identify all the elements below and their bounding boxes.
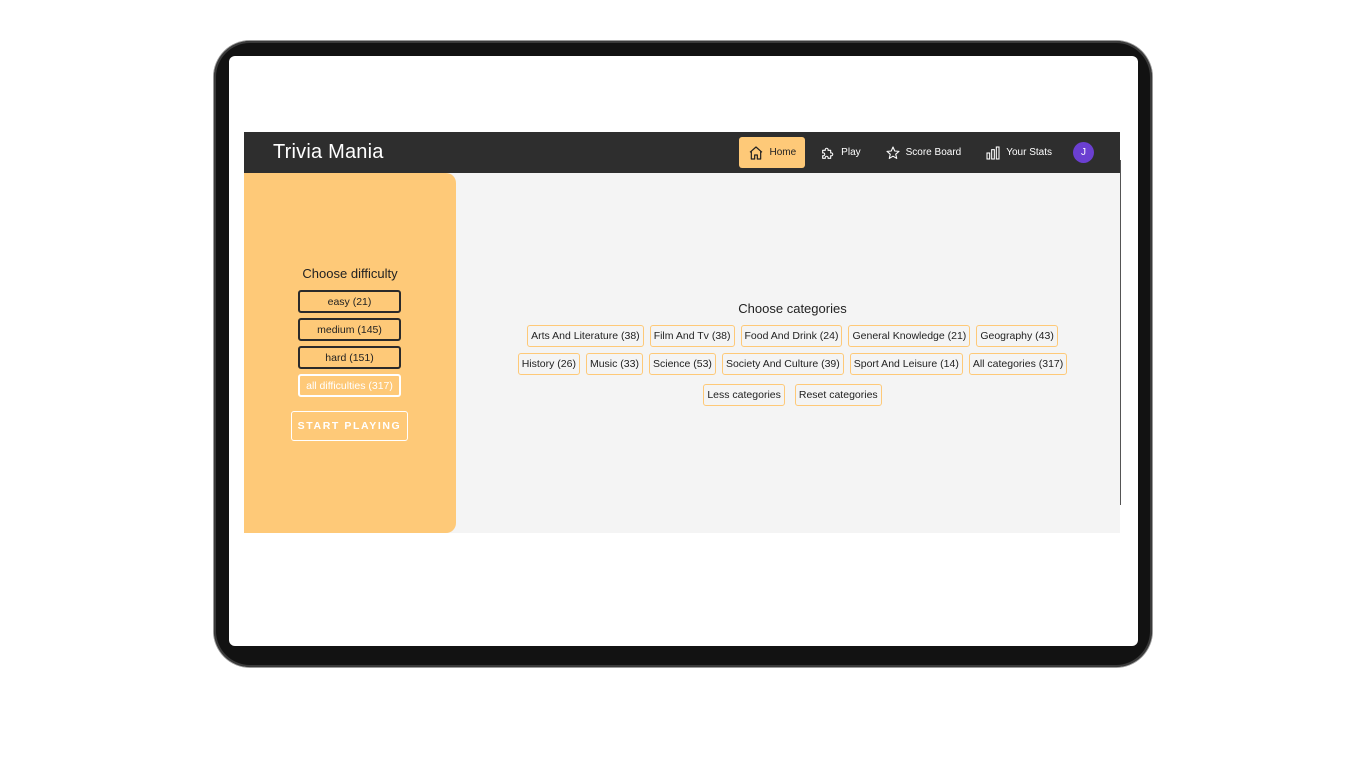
difficulty-easy-button[interactable]: easy (21) [298,290,401,313]
category-row: History (26) Music (33) Science (53) Soc… [456,353,1129,375]
category-actions: Less categories Reset categories [456,384,1129,406]
category-chip[interactable]: All categories (317) [968,353,1068,375]
scrollbar-edge [1120,160,1121,505]
categories-title: Choose categories [738,301,847,316]
category-chip[interactable]: History (26) [517,353,580,375]
nav-item-your-stats[interactable]: Your Stats [976,137,1061,168]
avatar[interactable]: J [1073,142,1094,163]
category-chip[interactable]: Geography (43) [976,325,1058,347]
category-chip[interactable]: Arts And Literature (38) [527,325,644,347]
home-icon [750,145,763,160]
app-window: Trivia Mania Home Play Score Board Your … [244,132,1120,533]
navbar: Trivia Mania Home Play Score Board Your … [244,132,1120,173]
nav-item-label: Your Stats [1006,147,1052,158]
laptop-mockup: Trivia Mania Home Play Score Board Your … [0,0,1366,768]
category-chip[interactable]: Sport And Leisure (14) [849,353,963,375]
nav-item-score-board[interactable]: Score Board [876,137,971,168]
laptop-screen: Trivia Mania Home Play Score Board Your … [229,56,1138,646]
star-icon [886,145,900,159]
category-chip[interactable]: Science (53) [648,353,716,375]
difficulty-medium-button[interactable]: medium (145) [298,318,401,341]
difficulty-all-button[interactable]: all difficulties (317) [298,374,401,397]
nav-item-play[interactable]: Play [811,137,869,168]
category-chip[interactable]: General Knowledge (21) [848,325,971,347]
less-categories-button[interactable]: Less categories [703,384,785,406]
start-playing-button[interactable]: START PLAYING [291,411,408,441]
category-row: Arts And Literature (38) Film And Tv (38… [456,325,1129,347]
category-chip[interactable]: Food And Drink (24) [740,325,843,347]
nav-item-label: Score Board [905,147,962,158]
nav-item-home[interactable]: Home [739,137,806,168]
category-chip[interactable]: Film And Tv (38) [649,325,735,347]
bar-chart-icon [986,145,1000,160]
nav-items: Home Play Score Board Your Stats J [739,137,1094,168]
categories-panel: Choose categories Arts And Literature (3… [456,173,1120,533]
difficulty-panel: Choose difficulty easy (21) medium (145)… [244,173,456,533]
brand-title[interactable]: Trivia Mania [273,141,384,164]
puzzle-icon [822,147,834,159]
reset-categories-button[interactable]: Reset categories [794,384,882,406]
difficulty-title: Choose difficulty [302,266,398,281]
category-chip[interactable]: Society And Culture (39) [721,353,844,375]
difficulty-hard-button[interactable]: hard (151) [298,346,401,369]
category-chip[interactable]: Music (33) [585,353,643,375]
nav-item-label: Play [841,147,861,158]
nav-item-label: Home [769,147,797,158]
